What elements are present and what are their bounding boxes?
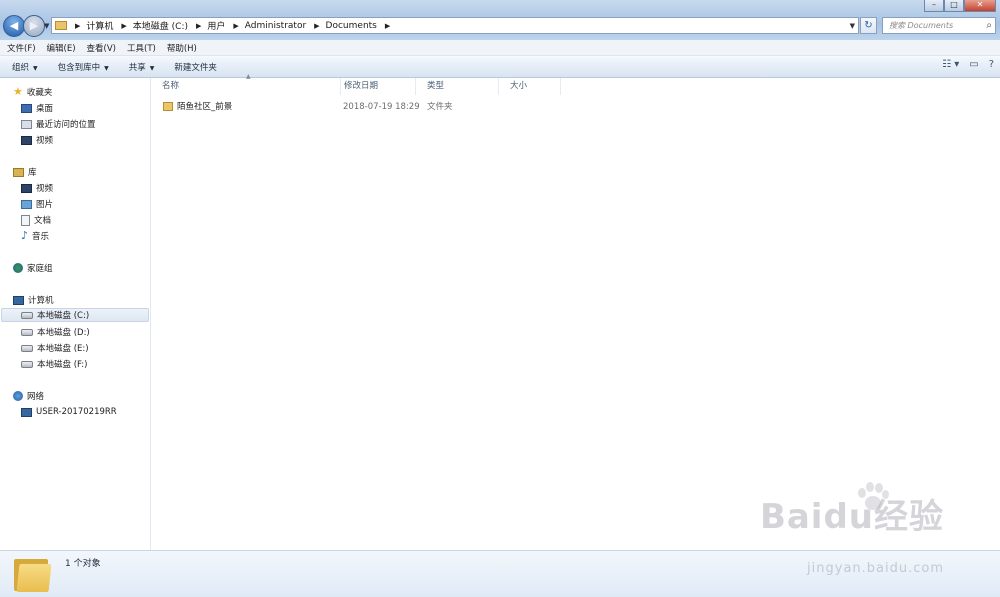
chevron-right-icon[interactable]: ▶ — [233, 22, 238, 30]
sort-up-icon: ▲ — [246, 73, 251, 80]
video-icon — [21, 135, 32, 145]
column-name[interactable]: 名称 — [151, 78, 341, 95]
chevron-right-icon[interactable]: ▶ — [196, 22, 201, 30]
address-dropdown-icon[interactable]: ▼ — [850, 22, 855, 30]
file-type: 文件夹 — [427, 102, 453, 112]
search-icon[interactable]: ⌕ — [986, 18, 992, 33]
close-button[interactable]: ✕ — [964, 0, 996, 12]
homegroup-icon — [13, 263, 23, 273]
nav-computer[interactable]: 计算机 — [13, 293, 54, 307]
breadcrumb-administrator[interactable]: Administrator — [245, 21, 306, 31]
drive-icon — [21, 328, 33, 336]
computer-icon — [21, 407, 32, 417]
nav-favorites[interactable]: ★ 收藏夹 — [13, 85, 52, 99]
nav-lib-documents[interactable]: 文档 — [21, 213, 51, 227]
breadcrumb-drive-c[interactable]: 本地磁盘 (C:) — [133, 19, 188, 32]
nav-desktop[interactable]: 桌面 — [21, 101, 53, 115]
minimize-button[interactable]: – — [924, 0, 944, 12]
chevron-right-icon[interactable]: ▶ — [385, 22, 390, 30]
title-bar: – □ ✕ ◀ ▶ ▼ ▶ 计算机 ▶ 本地磁盘 (C:) ▶ 用户 ▶ Adminis… — [0, 0, 1000, 40]
nav-drive-f[interactable]: 本地磁盘 (F:) — [21, 357, 87, 371]
address-bar[interactable]: ▶ 计算机 ▶ 本地磁盘 (C:) ▶ 用户 ▶ Administrator ▶ Docu… — [51, 17, 859, 34]
view-controls: ☷ ▾ ▭ ? — [942, 59, 994, 70]
menu-view[interactable]: 查看(V) — [87, 42, 116, 54]
chevron-right-icon[interactable]: ▶ — [121, 22, 126, 30]
star-icon: ★ — [13, 85, 23, 98]
menu-tools[interactable]: 工具(T) — [127, 42, 156, 54]
nav-fav-videos[interactable]: 视频 — [21, 133, 53, 147]
include-library-button[interactable]: 包含到库中 ▼ — [58, 61, 109, 73]
column-modified[interactable]: 修改日期 — [333, 78, 416, 95]
menu-help[interactable]: 帮助(H) — [167, 42, 197, 54]
folder-icon — [163, 102, 173, 111]
menu-file[interactable]: 文件(F) — [7, 42, 36, 54]
breadcrumb-users[interactable]: 用户 — [207, 19, 225, 32]
breadcrumb-computer[interactable]: 计算机 — [86, 19, 113, 32]
nav-network-host[interactable]: USER-20170219RR — [21, 405, 117, 419]
video-icon — [21, 183, 32, 193]
maximize-button[interactable]: □ — [944, 0, 964, 12]
menu-edit[interactable]: 编辑(E) — [47, 42, 76, 54]
system-drive-icon — [21, 311, 33, 319]
dropdown-icon: ▼ — [33, 64, 38, 72]
network-icon — [13, 391, 23, 401]
nav-lib-music[interactable]: ♪ 音乐 — [21, 229, 49, 243]
nav-homegroup[interactable]: 家庭组 — [13, 261, 53, 275]
item-count: 1 个对象 — [65, 559, 101, 569]
forward-button[interactable]: ▶ — [23, 15, 45, 37]
chevron-right-icon[interactable]: ▶ — [75, 22, 80, 30]
refresh-button[interactable]: ↻ — [860, 17, 877, 34]
navigation-pane: ★ 收藏夹 桌面 最近访问的位置 视频 库 视频 图片 文档 ♪ 音乐 家庭组 计算… — [0, 78, 151, 550]
watermark-brand: Baidu经验 — [759, 497, 944, 537]
preview-pane-icon[interactable]: ▭ — [969, 59, 978, 70]
share-button[interactable]: 共享 ▼ — [129, 61, 155, 73]
column-type[interactable]: 类型 — [416, 78, 499, 95]
folder-icon — [14, 555, 52, 593]
watermark-url: jingyan.baidu.com — [807, 561, 944, 576]
recent-places-icon — [21, 119, 32, 129]
nav-lib-videos[interactable]: 视频 — [21, 181, 53, 195]
arrow-right-icon: ▶ — [29, 19, 39, 32]
window-controls: – □ ✕ — [924, 0, 996, 12]
nav-drive-d[interactable]: 本地磁盘 (D:) — [21, 325, 90, 339]
drive-icon — [21, 360, 33, 368]
document-icon — [21, 214, 30, 226]
help-icon[interactable]: ? — [989, 59, 994, 70]
nav-recent[interactable]: 最近访问的位置 — [21, 117, 96, 131]
nav-drive-e[interactable]: 本地磁盘 (E:) — [21, 341, 89, 355]
desktop-icon — [21, 103, 32, 113]
nav-drive-c[interactable]: 本地磁盘 (C:) — [1, 308, 149, 322]
computer-icon — [13, 295, 24, 305]
organize-button[interactable]: 组织 ▼ — [12, 61, 38, 73]
dropdown-icon: ▼ — [104, 64, 109, 72]
refresh-icon: ↻ — [864, 20, 873, 31]
new-folder-button[interactable]: 新建文件夹 — [174, 61, 217, 73]
search-placeholder: 搜索 Documents — [889, 21, 954, 30]
folder-icon — [55, 21, 67, 30]
search-input[interactable]: 搜索 Documents ⌕ — [882, 17, 996, 34]
dropdown-icon: ▼ — [149, 64, 155, 72]
chevron-right-icon[interactable]: ▶ — [314, 22, 319, 30]
nav-libraries[interactable]: 库 — [13, 165, 37, 179]
breadcrumb-documents[interactable]: Documents — [326, 21, 377, 31]
library-icon — [13, 167, 24, 177]
menu-bar: 文件(F) 编辑(E) 查看(V) 工具(T) 帮助(H) — [0, 40, 1000, 56]
file-name[interactable]: 陌鱼社区_前景 — [163, 100, 232, 114]
table-row[interactable]: 陌鱼社区_前景 2018-07-19 18:29 文件夹 — [151, 100, 571, 114]
file-list: 名称 ▲ 修改日期 类型 大小 陌鱼社区_前景 2018-07-19 18:29… — [151, 73, 1000, 550]
nav-lib-pictures[interactable]: 图片 — [21, 197, 53, 211]
back-button[interactable]: ◀ — [3, 15, 25, 37]
nav-network[interactable]: 网络 — [13, 389, 44, 403]
file-modified: 2018-07-19 18:29 — [343, 102, 420, 112]
column-size[interactable]: 大小 — [499, 78, 561, 95]
arrow-left-icon: ◀ — [9, 19, 19, 32]
music-note-icon: ♪ — [21, 229, 29, 242]
picture-icon — [21, 199, 32, 209]
view-options-icon[interactable]: ☷ ▾ — [942, 59, 959, 70]
drive-icon — [21, 344, 33, 352]
command-bar: 组织 ▼ 包含到库中 ▼ 共享 ▼ 新建文件夹 ☷ ▾ ▭ ? — [0, 56, 1000, 78]
history-dropdown[interactable]: ▼ — [44, 22, 49, 30]
